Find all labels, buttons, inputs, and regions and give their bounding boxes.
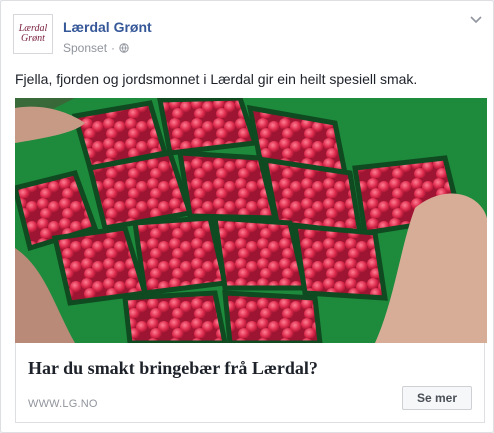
raspberry-crate-photo (15, 98, 487, 343)
sponsored-label[interactable]: Sponset (63, 41, 107, 55)
avatar-line2: Grønt (21, 33, 45, 44)
chevron-down-icon[interactable] (469, 15, 483, 25)
sponsored-post-card: Lærdal Grønt Lærdal Grønt Sponset · Fjel… (0, 0, 494, 433)
link-headline[interactable]: Har du smakt bringebær frå Lærdal? (28, 358, 318, 379)
page-avatar[interactable]: Lærdal Grønt (13, 14, 53, 54)
post-text: Fjella, fjorden og jordsmonnet i Lærdal … (15, 71, 418, 87)
post-meta: Sponset · (63, 41, 129, 55)
post-image[interactable] (15, 98, 487, 343)
globe-icon (119, 43, 129, 53)
link-domain: WWW.LG.NO (28, 398, 98, 410)
link-preview[interactable]: Har du smakt bringebær frå Lærdal? WWW.L… (15, 343, 485, 423)
meta-separator: · (111, 41, 116, 55)
see-more-button[interactable]: Se mer (402, 386, 472, 410)
page-name-link[interactable]: Lærdal Grønt (63, 19, 152, 35)
